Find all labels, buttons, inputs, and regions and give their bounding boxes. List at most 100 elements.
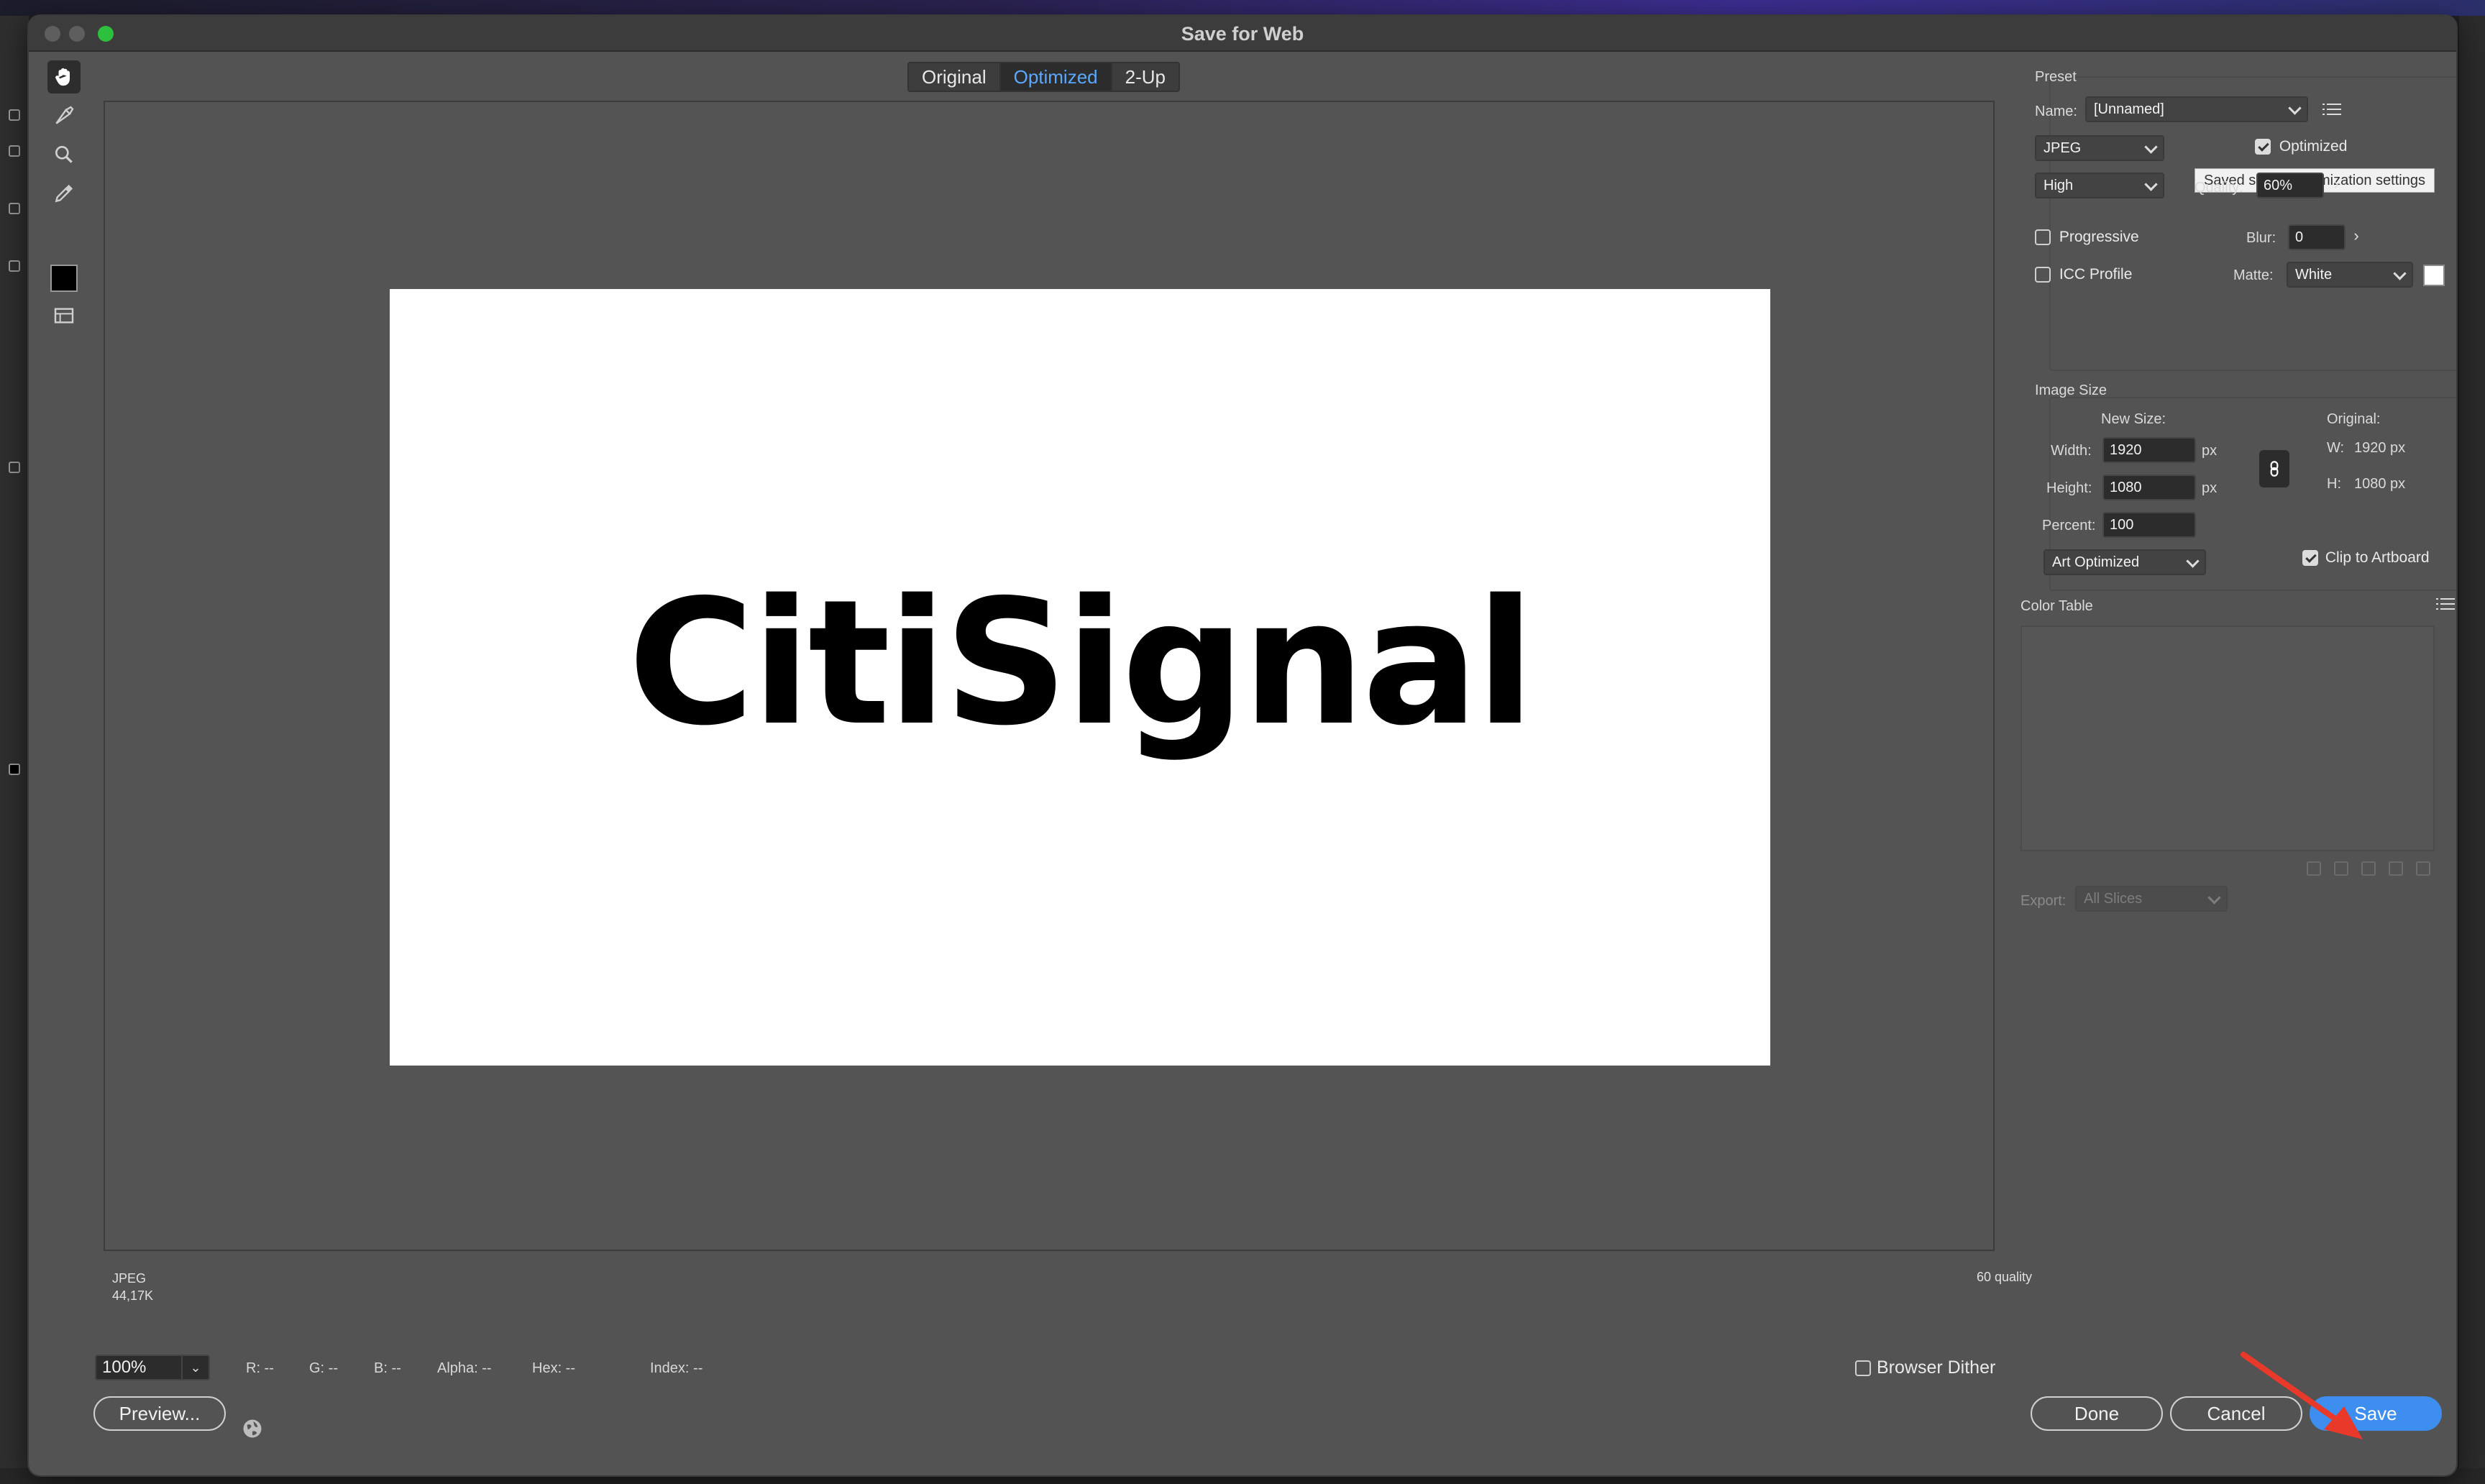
compression-quality-select[interactable]: High (2035, 173, 2164, 198)
add-color-icon[interactable] (2389, 861, 2403, 876)
matte-value: White (2295, 267, 2333, 283)
matte-color-swatch[interactable] (2423, 265, 2445, 286)
background-tool-icon (9, 109, 20, 121)
preview-quality: 60 quality (1976, 1270, 2032, 1284)
eyedropper-tool-icon[interactable] (47, 177, 81, 210)
percent-label: Percent: (2042, 518, 2096, 533)
hand-tool-icon[interactable] (47, 60, 81, 93)
preset-name-label: Name: (2035, 104, 2077, 119)
readout-b: B: -- (374, 1360, 401, 1376)
tab-original[interactable]: Original (909, 63, 1001, 91)
height-input[interactable]: 1080 (2102, 475, 2196, 500)
percent-input[interactable]: 100 (2102, 512, 2196, 538)
resample-method-select[interactable]: Art Optimized (2044, 549, 2206, 575)
width-input[interactable]: 1920 (2102, 437, 2196, 463)
trash-icon[interactable] (2416, 861, 2430, 876)
original-width-label: W: (2327, 440, 2345, 456)
preset-menu-icon[interactable] (2322, 102, 2341, 116)
color-table-label: Color Table (2021, 598, 2093, 614)
compression-quality-value: High (2044, 178, 2074, 193)
background-app-menubar (0, 0, 2485, 16)
readout-g: G: -- (309, 1360, 338, 1376)
export-label: Export: (2021, 893, 2067, 909)
progressive-label: Progressive (2059, 229, 2139, 245)
optimized-box[interactable] (2255, 139, 2271, 155)
icc-profile-label: ICC Profile (2059, 266, 2133, 283)
quality-input[interactable]: 60% (2256, 173, 2324, 198)
optimized-label: Optimized (2279, 138, 2348, 155)
matte-select[interactable]: White (2287, 262, 2413, 288)
background-app-toolbar (0, 16, 29, 1484)
background-swatch-icon (9, 764, 20, 775)
background-tool-icon (9, 462, 20, 473)
original-width-value: 1920 px (2354, 440, 2406, 456)
readout-hex: Hex: -- (532, 1360, 575, 1376)
resample-method-value: Art Optimized (2052, 554, 2140, 570)
preset-section-label: Preset (2035, 69, 2077, 85)
readout-index: Index: -- (650, 1360, 703, 1376)
chevron-down-icon (2186, 554, 2200, 568)
icc-profile-checkbox[interactable]: ICC Profile (2035, 266, 2132, 283)
quality-label: Quality: (2195, 180, 2243, 196)
preview-file-size: 44,17K (112, 1288, 154, 1303)
tab-2-up[interactable]: 2-Up (1112, 63, 1179, 91)
lock-color-icon[interactable] (2361, 861, 2376, 876)
blur-label: Blur: (2246, 230, 2276, 246)
zoom-tool-icon[interactable] (47, 138, 81, 171)
color-table-menu-icon[interactable] (2436, 597, 2455, 611)
matte-label: Matte: (2233, 267, 2274, 283)
readout-r: R: -- (246, 1360, 274, 1376)
constrain-proportions-link-icon[interactable] (2259, 450, 2289, 487)
export-select: All Slices (2075, 886, 2228, 912)
artboard-text: CitiSignal (628, 562, 1534, 764)
zoom-level-value: 100% (102, 1357, 147, 1377)
web-shift-icon[interactable] (2334, 861, 2348, 876)
preset-name-select[interactable]: [Unnamed] (2085, 96, 2308, 122)
clip-to-artboard-checkbox[interactable]: Clip to Artboard (2302, 549, 2430, 567)
blur-slider-arrow-icon[interactable]: › (2346, 223, 2367, 249)
height-label: Height: (2046, 480, 2092, 496)
readout-alpha: Alpha: -- (437, 1360, 492, 1376)
progressive-box[interactable] (2035, 229, 2051, 246)
original-height-value: 1080 px (2354, 476, 2406, 492)
chevron-down-icon (2288, 101, 2302, 115)
preview-format: JPEG (112, 1271, 147, 1286)
browser-dither-box[interactable] (1855, 1360, 1871, 1377)
eyedropper-color-swatch[interactable] (50, 265, 78, 292)
file-format-value: JPEG (2044, 140, 2082, 156)
icc-profile-box[interactable] (2035, 267, 2051, 283)
done-button[interactable]: Done (2031, 1396, 2163, 1431)
file-format-select[interactable]: JPEG (2035, 135, 2164, 161)
slice-select-tool-icon[interactable] (47, 99, 81, 132)
quality-slider-arrow-icon[interactable]: › (2325, 171, 2347, 197)
annotation-arrow-icon (2241, 1352, 2363, 1439)
globe-icon[interactable] (242, 1418, 263, 1439)
clip-to-artboard-label: Clip to Artboard (2325, 549, 2430, 566)
toggle-slices-icon[interactable] (47, 299, 81, 332)
progressive-checkbox[interactable]: Progressive (2035, 229, 2139, 246)
background-tool-icon (9, 203, 20, 214)
zoom-level-select[interactable]: 100% ⌄ (95, 1355, 210, 1380)
preview-button[interactable]: Preview... (93, 1396, 226, 1431)
blur-input[interactable]: 0 (2288, 224, 2346, 250)
preview-canvas[interactable]: CitiSignal (104, 101, 1995, 1251)
dialog-title: Save for Web (1181, 23, 1304, 45)
chevron-down-icon[interactable]: ⌄ (181, 1356, 209, 1379)
chevron-down-icon (2144, 140, 2158, 154)
chevron-down-icon (2393, 267, 2407, 280)
color-table (2021, 626, 2435, 851)
chevron-down-icon (2144, 178, 2158, 191)
chevron-down-icon (2207, 891, 2221, 904)
preview-format-info: JPEG 44,17K (112, 1270, 153, 1304)
tab-optimized[interactable]: Optimized (1000, 63, 1112, 91)
map-transparent-icon[interactable] (2307, 861, 2321, 876)
clip-to-artboard-box[interactable] (2302, 550, 2318, 567)
image-size-section-label: Image Size (2035, 383, 2108, 398)
optimized-checkbox[interactable]: Optimized (2255, 138, 2347, 155)
view-tabs: Original Optimized 2-Up (907, 62, 1180, 92)
new-size-label: New Size: (2101, 411, 2166, 427)
background-tool-icon (9, 145, 20, 157)
original-height-label: H: (2327, 476, 2341, 492)
background-app-panel (2459, 16, 2485, 1484)
browser-dither-checkbox[interactable]: Browser Dither (1855, 1357, 1995, 1378)
